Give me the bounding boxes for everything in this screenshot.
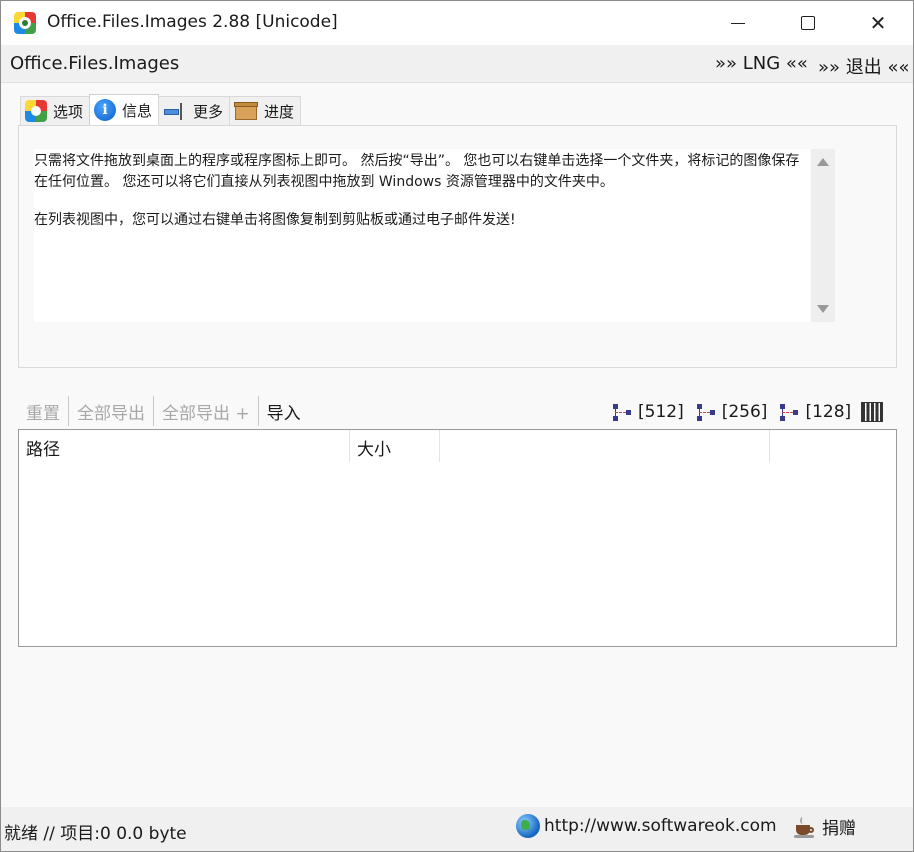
minimize-icon [731,22,745,24]
app-window: Office.Files.Images 2.88 [Unicode] ✕ Off… [0,0,914,852]
status-text: 就绪 // 项目:0 0.0 byte [4,824,187,844]
tab-info[interactable]: i 信息 [89,94,160,125]
column-header-empty[interactable] [440,430,770,462]
tree-view-icon [612,402,634,422]
app-icon [14,12,36,34]
close-icon: ✕ [869,11,887,35]
info-paragraph: 只需将文件拖放到桌面上的程序或程序图标上即可。 然后按“导出”。 您也可以右键单… [34,153,800,190]
info-panel: 只需将文件拖放到桌面上的程序或程序图标上即可。 然后按“导出”。 您也可以右键单… [18,125,897,368]
minimize-button[interactable] [703,1,773,45]
tab-options[interactable]: 选项 [20,96,91,125]
size-128-button[interactable]: [128] [779,402,851,422]
tree-view-icon [779,402,801,422]
size-256-button[interactable]: [256] [696,402,768,422]
window-title: Office.Files.Images 2.88 [Unicode] [47,12,338,32]
reset-button[interactable]: 重置 [18,395,68,427]
size-label: [256] [721,402,768,422]
maximize-button[interactable] [773,1,843,45]
website-link[interactable]: http://www.softwareok.com [516,814,777,838]
scroll-down-icon[interactable] [817,305,829,313]
tab-label: 选项 [53,102,84,121]
size-512-button[interactable]: [512] [612,402,684,422]
maximize-icon [801,16,815,30]
more-icon [163,100,187,122]
globe-icon [516,814,540,838]
tab-label: 更多 [193,102,224,121]
tab-more[interactable]: 更多 [158,96,231,125]
action-toolbar: 重置 全部导出 全部导出 + 导入 [18,395,309,427]
close-button[interactable]: ✕ [843,1,913,45]
menu-bar: Office.Files.Images »» LNG «« »» 退出 «« [1,45,913,83]
info-scrollbar[interactable] [811,149,835,322]
import-button[interactable]: 导入 [259,395,309,427]
exit-menu[interactable]: »» 退出 «« [818,53,910,79]
coffee-icon [794,816,816,838]
info-icon: i [94,99,117,121]
info-textbox[interactable]: 只需将文件拖放到桌面上的程序或程序图标上即可。 然后按“导出”。 您也可以右键单… [34,149,810,322]
info-paragraph: 在列表视图中，您可以通过右键单击将图像复制到剪贴板或通过电子邮件发送! [34,212,516,228]
tab-label: 进度 [264,102,295,121]
title-bar: Office.Files.Images 2.88 [Unicode] ✕ [1,1,913,45]
icon-size-buttons: [512] [256] [128] [612,397,884,427]
grid-view-icon[interactable] [861,402,884,422]
tree-view-icon [696,402,718,422]
status-bar: 就绪 // 项目:0 0.0 byte http://www.softwareo… [1,807,913,851]
export-all-button[interactable]: 全部导出 [69,395,153,427]
tab-strip: 选项 i 信息 更多 进度 [20,94,302,126]
website-url: http://www.softwareok.com [544,816,777,836]
file-list-view[interactable]: 路径 大小 [18,429,897,647]
tab-label: 信息 [122,101,153,120]
column-header-size[interactable]: 大小 [350,430,440,462]
list-header: 路径 大小 [19,430,896,462]
donate-label: 捐赠 [822,819,856,839]
export-all-plus-button[interactable]: 全部导出 + [154,395,258,427]
progress-icon [234,100,259,122]
language-menu[interactable]: »» LNG «« [715,53,808,74]
options-icon [25,100,47,122]
donate-link[interactable]: 捐赠 [794,814,856,839]
app-name-label: Office.Files.Images [10,53,180,74]
tab-progress[interactable]: 进度 [229,96,302,125]
size-label: [128] [805,402,852,422]
column-header-path[interactable]: 路径 [19,430,350,462]
scroll-up-icon[interactable] [817,158,829,166]
size-label: [512] [638,402,684,422]
